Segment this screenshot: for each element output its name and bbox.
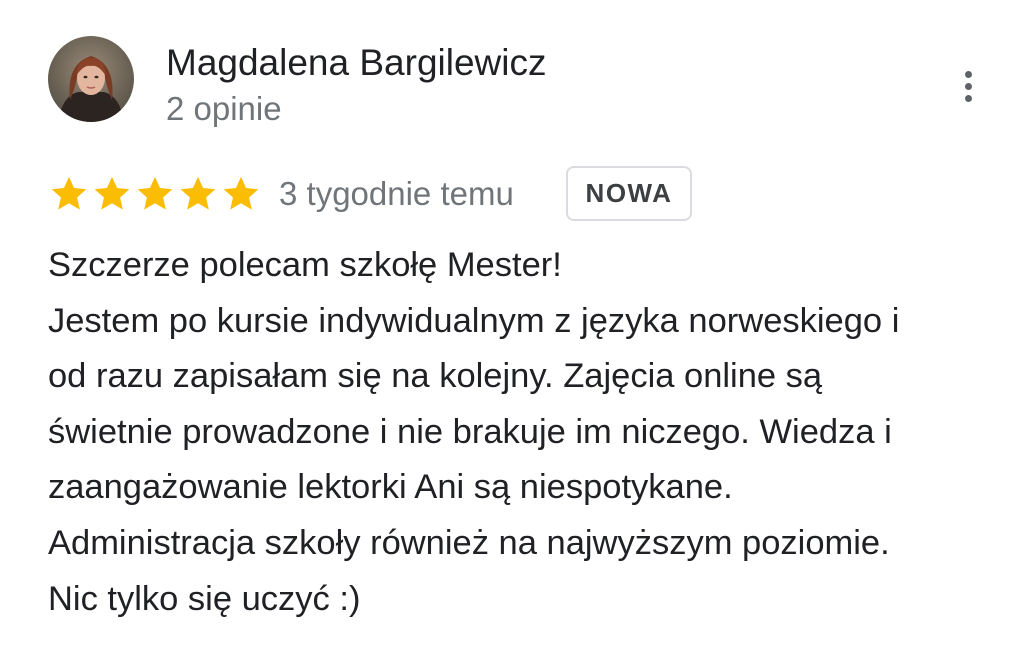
star-icon [94, 176, 130, 210]
review-time: 3 tygodnie temu [279, 175, 514, 212]
more-dot [964, 94, 972, 102]
review-text-line: Nic tylko się uczyć :) [48, 579, 361, 618]
more-vert-icon[interactable] [950, 66, 986, 106]
review-text-line: świetnie prowadzone i nie brakuje im nic… [48, 412, 892, 451]
new-badge: NOWA [566, 166, 692, 221]
star-icon [137, 176, 173, 210]
author-avatar[interactable] [48, 36, 134, 122]
review-text-line: Jestem po kursie indywidualnym z języka … [48, 301, 900, 340]
star-rating [48, 172, 262, 216]
review-card: Magdalena Bargilewicz 2 opinie 3 tygodni… [0, 0, 1024, 647]
review-text-line: Szczerze polecam szkołę Mester! [48, 246, 562, 284]
star-icon [51, 176, 87, 210]
star-icon [180, 176, 216, 210]
review-text-line: Administracja szkoły również na najwyższ… [48, 523, 890, 562]
review-text: Szczerze polecam szkołę Mester! Jestem po… [48, 238, 1008, 627]
profile-photo [48, 36, 134, 122]
author-name[interactable]: Magdalena Bargilewicz [166, 40, 546, 86]
star-icon [223, 176, 259, 210]
review-text-line: zaangażowanie lektorki Ani są niespotyka… [48, 468, 733, 507]
more-dot [964, 82, 972, 90]
author-review-count[interactable]: 2 opinie [166, 88, 282, 130]
review-text-line: od razu zapisałam się na kolejny. Zajęci… [48, 357, 823, 396]
more-dot [964, 70, 972, 78]
